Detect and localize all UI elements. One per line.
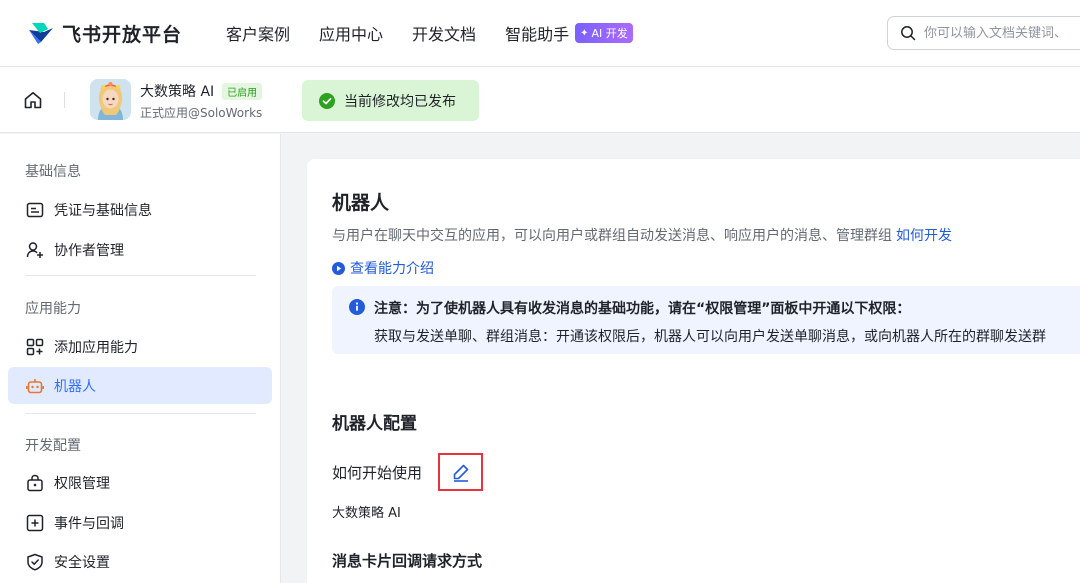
ai-badge: ✦ AI 开发 — [575, 23, 633, 43]
search-box[interactable] — [887, 16, 1080, 50]
sidebar-item-label: 权限管理 — [54, 475, 110, 492]
sidebar-section-title: 基础信息 — [25, 164, 81, 180]
sidebar-item-label: 安全设置 — [54, 554, 110, 571]
search-icon — [901, 26, 916, 41]
shield-icon — [25, 552, 45, 572]
robot-config-card: 机器人 与用户在聊天中交互的应用，可以向用户或群组自动发送消息、响应用户的消息、… — [307, 159, 1080, 583]
top-navbar: 飞书开放平台 客户案例 应用中心 开发文档 智能助手 ✦ AI 开发 — [0, 0, 1080, 67]
sidebar-item-add-capability[interactable]: 添加应用能力 — [8, 328, 272, 365]
description-text: 与用户在聊天中交互的应用，可以向用户或群组自动发送消息、响应用户的消息、管理群组 — [332, 228, 892, 244]
status-badge: 已启用 — [222, 82, 263, 100]
nav-item-label: 客户案例 — [226, 25, 291, 44]
field-label: 如何开始使用 — [332, 464, 423, 482]
brand-name: 飞书开放平台 — [62, 23, 183, 46]
edit-pencil-icon — [453, 464, 468, 482]
sidebar-item-label: 添加应用能力 — [54, 339, 138, 356]
robot-icon — [25, 376, 45, 396]
sidebar-item-permissions[interactable]: 权限管理 — [8, 464, 272, 501]
feishu-logo-icon — [29, 23, 53, 44]
app-header: 大数策略 AI 已启用 正式应用@SoloWorks 当前修改均已发布 — [0, 67, 1080, 133]
sidebar-item-security[interactable]: 安全设置 — [8, 543, 272, 580]
play-circle-icon — [332, 261, 345, 275]
divider — [64, 92, 65, 108]
check-circle-icon — [319, 92, 335, 109]
info-icon — [349, 299, 365, 315]
app-avatar-image — [90, 79, 131, 120]
nav-item-docs[interactable]: 开发文档 — [412, 21, 476, 45]
sidebar-item-events[interactable]: 事件与回调 — [8, 504, 272, 541]
credential-icon — [25, 200, 45, 220]
sidebar-item-collaborators[interactable]: 协作者管理 — [8, 231, 272, 268]
publish-status-text: 当前修改均已发布 — [344, 93, 456, 110]
permission-notice: 注意：为了使机器人具有收发消息的基础功能，请在“权限管理”面板中开通以下权限： … — [332, 286, 1080, 354]
nav-item-label: 应用中心 — [319, 25, 384, 44]
callback-method-title: 消息卡片回调请求方式 — [332, 552, 483, 570]
sidebar-item-label: 事件与回调 — [54, 515, 124, 532]
sidebar-item-label: 协作者管理 — [54, 242, 124, 259]
app-avatar[interactable] — [90, 79, 131, 120]
brand-logo[interactable]: 飞书开放平台 — [26, 20, 182, 47]
notice-detail: 获取与发送单聊、群组消息：开通该权限后，机器人可以向用户发送单聊消息，或向机器人… — [374, 329, 1046, 345]
publish-status: 当前修改均已发布 — [302, 80, 479, 121]
app-title: 大数策略 AI 已启用 — [140, 81, 263, 101]
sidebar-item-label: 机器人 — [54, 378, 96, 395]
lock-icon — [25, 473, 45, 493]
apps-add-icon — [25, 337, 45, 357]
nav-item-assistant[interactable]: 智能助手 ✦ AI 开发 — [505, 21, 633, 45]
user-add-icon — [25, 240, 45, 260]
event-icon — [25, 513, 45, 533]
sparkle-icon: ✦ — [580, 27, 589, 39]
capability-intro-label: 查看能力介绍 — [350, 261, 434, 277]
edit-button[interactable] — [438, 453, 483, 491]
ai-badge-label: AI 开发 — [591, 27, 628, 40]
capability-intro-link[interactable]: 查看能力介绍 — [332, 258, 434, 278]
nav-item-app-center[interactable]: 应用中心 — [319, 21, 383, 45]
nav-item-cases[interactable]: 客户案例 — [226, 21, 290, 45]
sidebar-item-label: 凭证与基础信息 — [54, 202, 152, 219]
sidebar: 基础信息 凭证与基础信息 协作者管理 应用能力 添加应用能力 机器人 开发配置 … — [0, 134, 281, 583]
nav-menu: 客户案例 应用中心 开发文档 智能助手 ✦ AI 开发 — [226, 21, 662, 45]
sidebar-item-robot[interactable]: 机器人 — [8, 367, 272, 404]
page-description: 与用户在聊天中交互的应用，可以向用户或群组自动发送消息、响应用户的消息、管理群组… — [332, 225, 952, 245]
robot-config-title: 机器人配置 — [332, 414, 417, 434]
field-value: 大数策略 AI — [332, 506, 401, 521]
nav-item-label: 开发文档 — [412, 25, 477, 44]
notice-title: 注意：为了使机器人具有收发消息的基础功能，请在“权限管理”面板中开通以下权限： — [374, 301, 911, 317]
app-subtitle: 正式应用@SoloWorks — [140, 106, 263, 120]
how-to-develop-link[interactable]: 如何开发 — [896, 228, 952, 244]
page-title: 机器人 — [332, 192, 390, 214]
nav-item-label: 智能助手 — [505, 25, 570, 44]
sidebar-section-title: 应用能力 — [25, 301, 81, 317]
sidebar-section-title: 开发配置 — [25, 438, 81, 454]
sidebar-item-credentials[interactable]: 凭证与基础信息 — [8, 191, 272, 228]
search-input[interactable] — [924, 25, 1080, 41]
sidebar-divider — [25, 413, 256, 414]
sidebar-divider — [25, 275, 256, 276]
home-icon[interactable] — [23, 90, 43, 110]
app-name: 大数策略 AI — [140, 84, 215, 100]
